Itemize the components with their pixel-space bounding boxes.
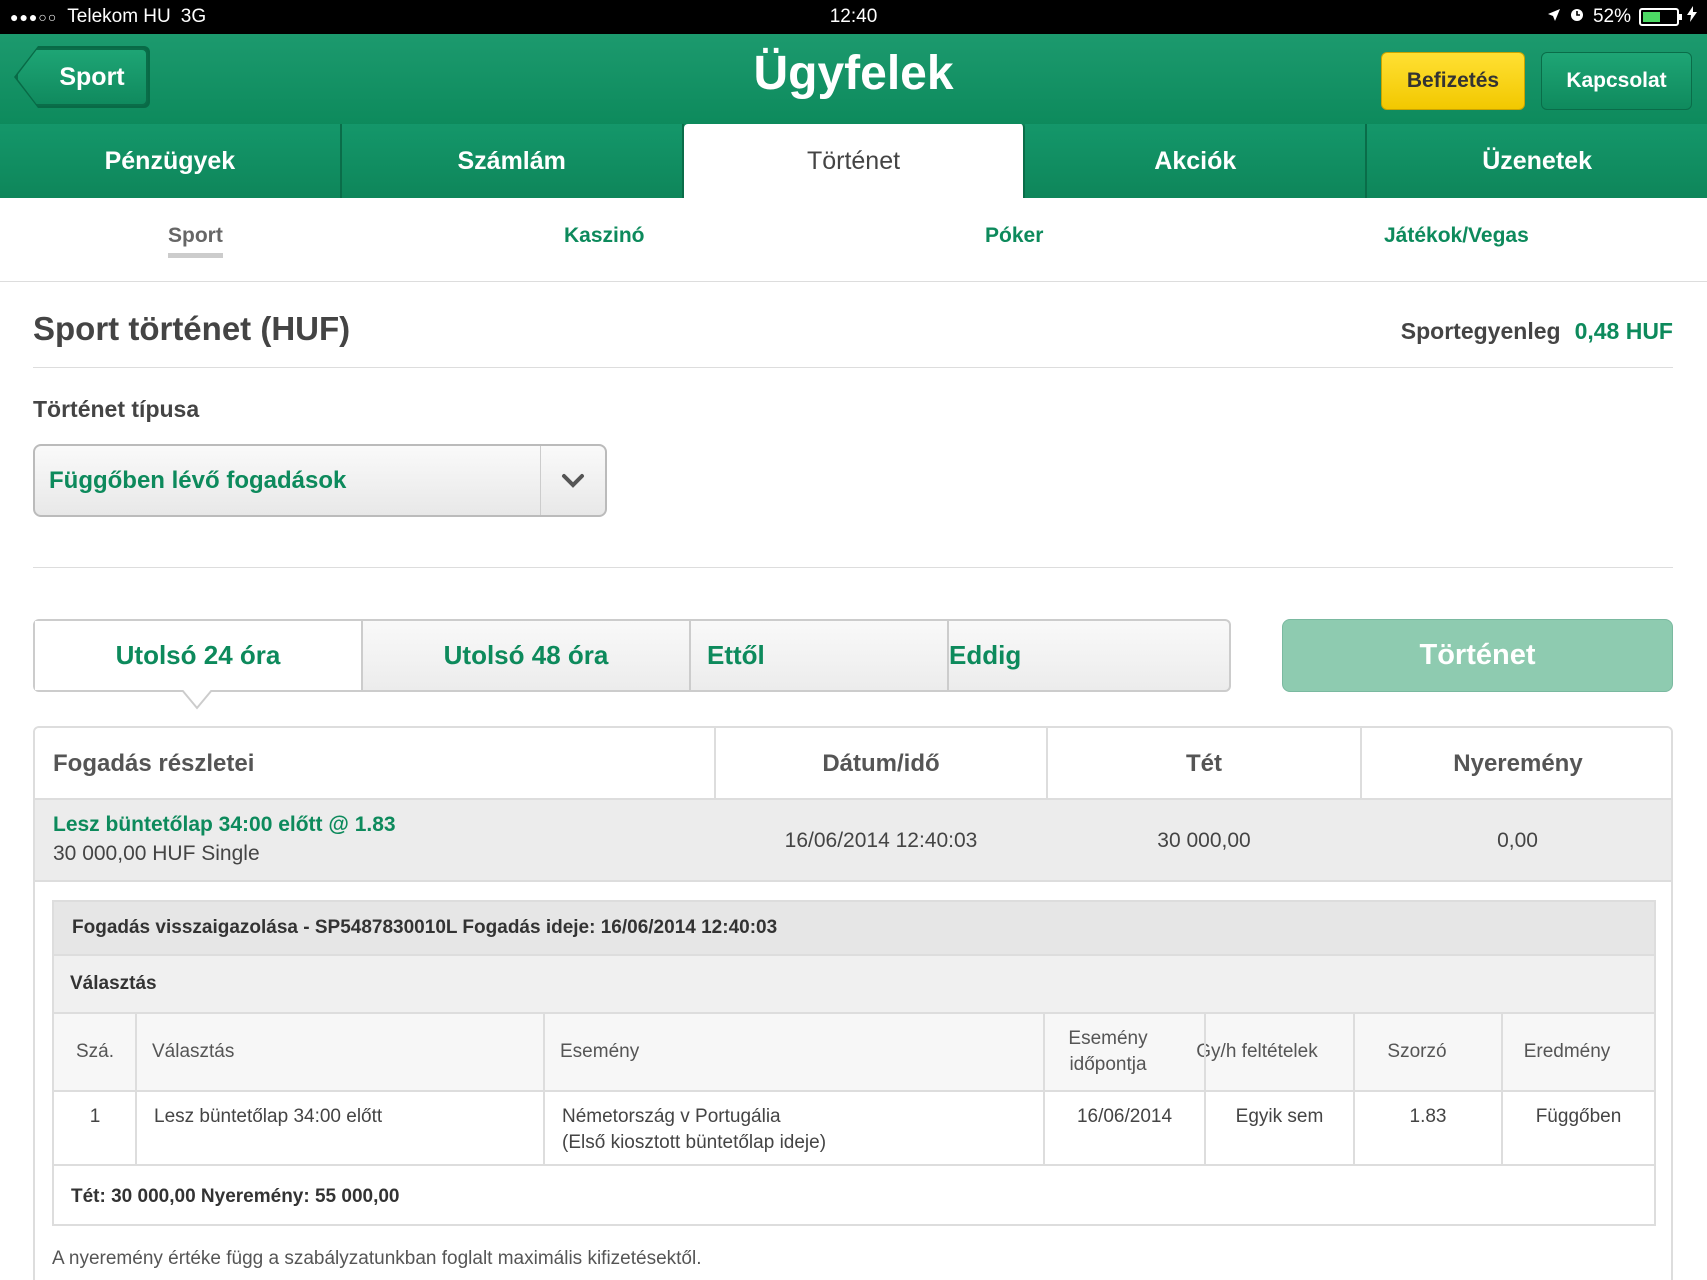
bet-winnings: 0,00 <box>1497 829 1538 852</box>
col-result: Eredmény <box>1492 1014 1642 1090</box>
subtab-sport[interactable]: Sport <box>168 224 223 258</box>
header-datetime: Dátum/idő <box>822 750 940 777</box>
detail-event-date: 16/06/2014 <box>1076 1106 1173 1127</box>
clock: 12:40 <box>829 6 878 27</box>
subtab-casino[interactable]: Kaszinó <box>564 224 645 248</box>
location-icon <box>1547 6 1561 28</box>
range-from[interactable]: Ettől <box>691 621 949 690</box>
tab-history[interactable]: Történet <box>683 124 1026 198</box>
divider <box>33 567 1673 568</box>
bet-subtitle: 30 000,00 HUF Single <box>53 842 260 865</box>
sport-balance: Sportegyenleg 0,48 HUF <box>1401 318 1673 345</box>
history-button[interactable]: Történet <box>1282 619 1673 692</box>
column-divider <box>543 1014 545 1164</box>
status-bar: ●●●○○ Telekom HU 3G 12:40 52% <box>0 0 1707 34</box>
divider <box>54 1164 1654 1166</box>
range-last-48h[interactable]: Utolsó 48 óra <box>363 621 691 690</box>
section-title: Sport történet (HUF) <box>33 310 351 347</box>
battery-percent: 52% <box>1592 6 1631 27</box>
bet-confirmation: Fogadás visszaigazolása - SP5487830010L … <box>54 902 1654 956</box>
col-event: Esemény <box>544 1014 1044 1090</box>
main-tabs: Pénzügyek Számlám Történet Akciók Üzenet… <box>0 124 1707 198</box>
charging-icon <box>1687 6 1697 28</box>
bet-detail-panel: Fogadás visszaigazolása - SP5487830010L … <box>52 900 1656 1226</box>
selection-heading: Választás <box>54 956 1654 1014</box>
detail-result: Függőben <box>1535 1106 1622 1127</box>
bet-history-table: Fogadás részletei Dátum/idő Tét Nyeremén… <box>33 726 1673 1280</box>
alarm-icon <box>1569 6 1585 28</box>
tab-finances[interactable]: Pénzügyek <box>0 124 342 198</box>
event-name: Németország v Portugália <box>562 1106 781 1127</box>
detail-odds: 1.83 <box>1409 1106 1447 1127</box>
contact-button[interactable]: Kapcsolat <box>1541 52 1692 110</box>
col-event-date: Esemény időpontja <box>1049 1014 1167 1090</box>
header-stake: Tét <box>1186 750 1222 777</box>
payout-note: A nyeremény értéke függ a szabályzatunkb… <box>52 1248 702 1269</box>
bet-title[interactable]: Lesz büntetőlap 34:00 előtt @ 1.83 <box>53 813 396 837</box>
history-type-label: Történet típusa <box>33 396 200 422</box>
divider <box>33 367 1673 368</box>
battery-icon <box>1639 8 1682 26</box>
col-odds: Szorzó <box>1343 1014 1491 1090</box>
header-winnings: Nyeremény <box>1453 750 1583 777</box>
detail-number: 1 <box>89 1106 101 1127</box>
bet-datetime: 16/06/2014 12:40:03 <box>784 829 978 852</box>
deposit-button[interactable]: Befizetés <box>1381 52 1525 110</box>
subtab-games-vegas[interactable]: Játékok/Vegas <box>1384 224 1529 248</box>
header-bet-details: Fogadás részletei <box>53 750 255 777</box>
tab-promotions[interactable]: Akciók <box>1025 124 1368 198</box>
time-range-selector: Utolsó 24 óra Utolsó 48 óra Ettől Eddig <box>33 619 1231 692</box>
table-header: Fogadás részletei Dátum/idő Tét Nyeremén… <box>35 728 1671 800</box>
history-type-value: Függőben lévő fogadások <box>49 467 347 494</box>
app-header: Sport Ügyfelek Befizetés Kapcsolat <box>0 34 1707 126</box>
stake-winnings-summary: Tét: 30 000,00 Nyeremény: 55 000,00 <box>71 1186 400 1207</box>
history-type-select[interactable]: Függőben lévő fogadások <box>33 444 607 517</box>
col-conditions: Gy/h feltételek <box>1195 1014 1319 1090</box>
tab-messages[interactable]: Üzenetek <box>1367 124 1707 198</box>
subtab-poker[interactable]: Póker <box>985 224 1043 248</box>
bet-stake: 30 000,00 <box>1157 829 1251 852</box>
event-description: (Első kiosztott büntetőlap ideje) <box>562 1132 827 1153</box>
tab-account[interactable]: Számlám <box>341 124 684 198</box>
balance-value: 0,48 HUF <box>1574 318 1673 344</box>
col-number: Szá. <box>54 1014 136 1090</box>
balance-label: Sportegyenleg <box>1400 318 1561 344</box>
sub-tabs: Sport Kaszinó Póker Játékok/Vegas <box>0 198 1707 282</box>
col-selection: Választás <box>136 1014 544 1090</box>
range-last-24h[interactable]: Utolsó 24 óra <box>35 621 363 690</box>
detail-event: Németország v Portugália (Első kiosztott… <box>562 1092 1032 1164</box>
detail-selection: Lesz büntetőlap 34:00 előtt <box>154 1106 383 1127</box>
active-range-pointer <box>182 690 212 710</box>
detail-conditions: Egyik sem <box>1235 1106 1324 1127</box>
chevron-down-icon <box>540 446 605 515</box>
range-to[interactable]: Eddig <box>949 621 1229 690</box>
